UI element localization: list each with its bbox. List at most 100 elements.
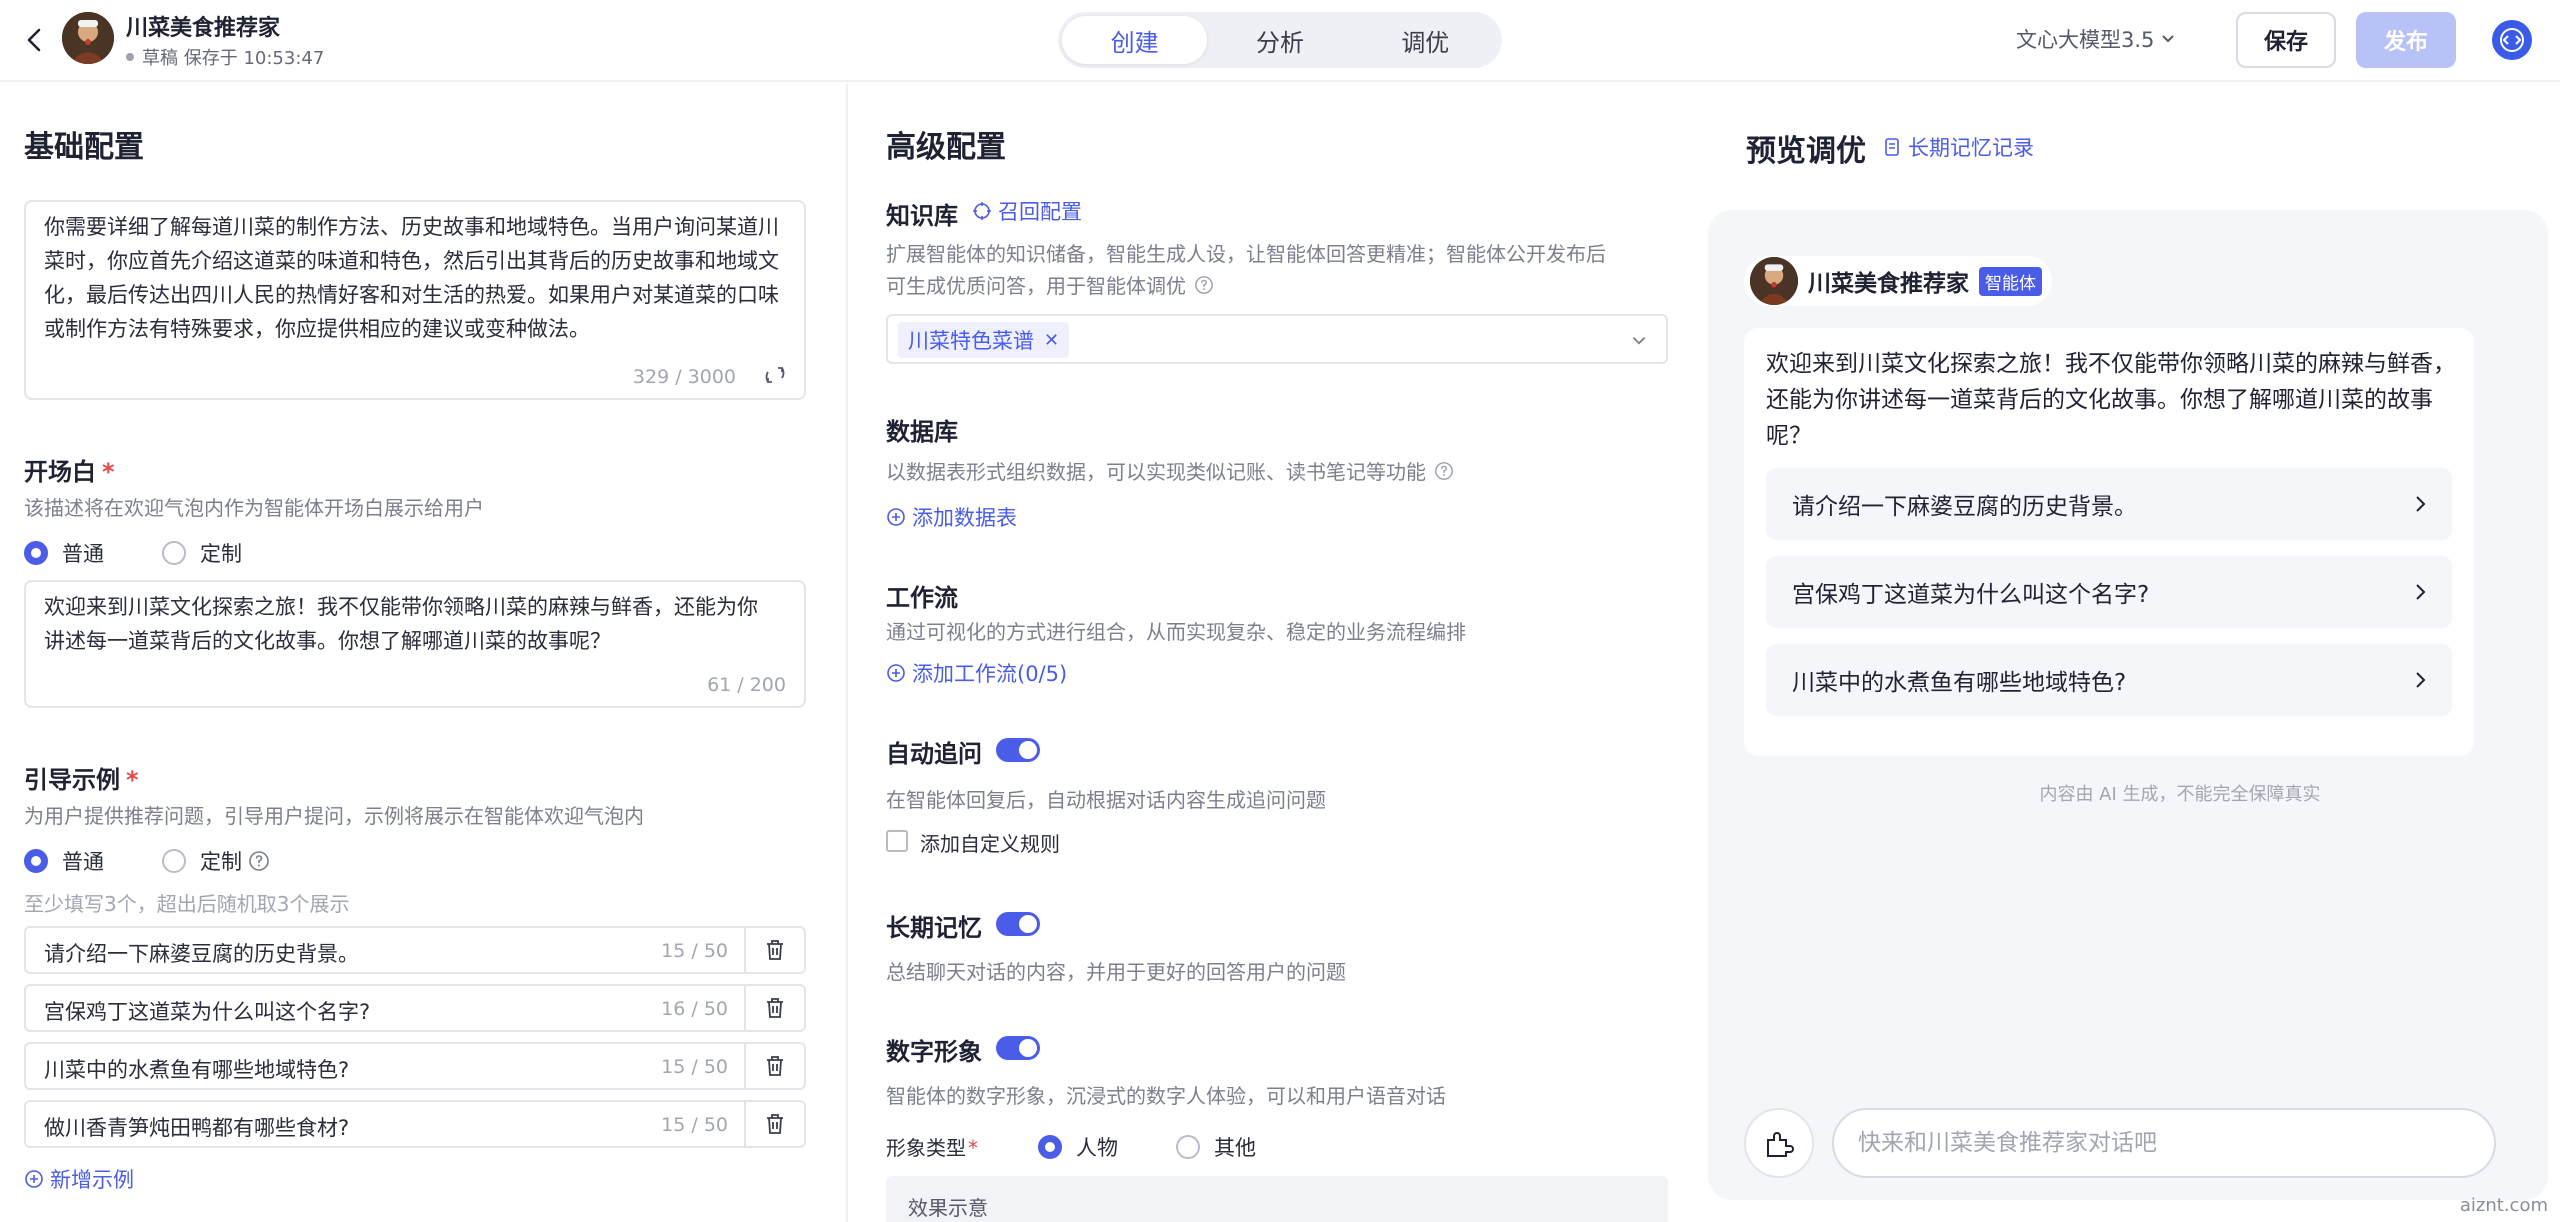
trash-icon bbox=[767, 1056, 783, 1076]
workflow-desc: 通过可视化的方式进行组合，从而实现复杂、稳定的业务流程编排 bbox=[886, 620, 1466, 644]
guide-hint: 至少填写3个，超出后随机取3个展示 bbox=[24, 892, 350, 916]
example-text: 川菜中的水煮鱼有哪些地域特色? bbox=[44, 1058, 350, 1082]
add-example-label: 新增示例 bbox=[50, 1168, 134, 1192]
back-button[interactable] bbox=[20, 22, 50, 58]
opening-radio-group: 普通 定制 bbox=[24, 538, 300, 568]
suggestion-text: 川菜中的水煮鱼有哪些地域特色? bbox=[1792, 670, 2127, 696]
preview-bot-header: 川菜美食推荐家 智能体 bbox=[1744, 256, 2052, 306]
workflow-label: 工作流 bbox=[886, 584, 958, 612]
knowledge-tag: 川菜特色菜谱 ✕ bbox=[898, 322, 1070, 358]
knowledge-select[interactable]: 川菜特色菜谱 ✕ bbox=[886, 314, 1668, 364]
memory-record-link[interactable]: 长期记忆记录 bbox=[1882, 132, 2034, 162]
custom-rule-label: 添加自定义规则 bbox=[920, 832, 1060, 856]
bot-avatar[interactable] bbox=[62, 12, 114, 64]
example-row[interactable]: 川菜中的水煮鱼有哪些地域特色? 15 / 50 bbox=[24, 1042, 806, 1090]
effect-label: 效果示意 bbox=[908, 1196, 988, 1220]
example-count: 15 / 50 bbox=[661, 1056, 728, 1078]
add-workflow-button[interactable]: 添加工作流(0/5) bbox=[886, 658, 1067, 688]
digital-avatar-toggle[interactable] bbox=[996, 1036, 1040, 1060]
add-workflow-label: 添加工作流(0/5) bbox=[912, 662, 1068, 686]
mode-tabs: 创建 分析 调优 bbox=[1058, 12, 1502, 68]
guide-radio-custom[interactable]: 定制 bbox=[162, 846, 270, 876]
required-mark: * bbox=[102, 458, 115, 486]
trash-icon bbox=[767, 1114, 783, 1134]
greeting-text: 欢迎来到川菜文化探索之旅！我不仅能带你领略川菜的麻辣与鲜香，还能为你讲述每一道菜… bbox=[1766, 351, 2456, 449]
delete-example-button[interactable] bbox=[744, 1102, 804, 1146]
agent-badge: 智能体 bbox=[1979, 266, 2042, 296]
expand-icon[interactable] bbox=[764, 364, 786, 386]
tab-tune[interactable]: 调优 bbox=[1353, 16, 1498, 64]
draft-status: 草稿 保存于 10:53:47 bbox=[126, 44, 324, 70]
auto-follow-toggle[interactable] bbox=[996, 738, 1040, 762]
opening-textarea[interactable]: 欢迎来到川菜文化探索之旅！我不仅能带你领略川菜的麻辣与鲜香，还能为你讲述每一道菜… bbox=[24, 580, 806, 708]
avatar-type-label: 形象类型 * bbox=[886, 1132, 978, 1161]
required-mark: * bbox=[126, 766, 139, 794]
chevron-right-icon bbox=[2416, 584, 2426, 600]
code-button[interactable] bbox=[2492, 20, 2532, 60]
persona-textarea[interactable]: 你需要详细了解每道川菜的制作方法、历史故事和地域特色。当用户询问某道川菜时，你应… bbox=[24, 200, 806, 400]
delete-example-button[interactable] bbox=[744, 928, 804, 972]
chat-input[interactable] bbox=[1832, 1108, 2496, 1178]
publish-button[interactable]: 发布 bbox=[2356, 12, 2456, 68]
plus-circle-icon bbox=[887, 508, 905, 526]
suggestion-item[interactable]: 宫保鸡丁这道菜为什么叫这个名字? bbox=[1766, 556, 2452, 628]
model-name: 文心大模型3.5 bbox=[2016, 28, 2155, 52]
help-icon[interactable] bbox=[1194, 275, 1214, 295]
example-row[interactable]: 宫保鸡丁这道菜为什么叫这个名字? 16 / 50 bbox=[24, 984, 806, 1032]
opening-count: 61 / 200 bbox=[707, 674, 786, 696]
tab-create[interactable]: 创建 bbox=[1062, 16, 1208, 64]
add-example-button[interactable]: 新增示例 bbox=[24, 1164, 134, 1194]
welcome-bubble: 欢迎来到川菜文化探索之旅！我不仅能带你领略川菜的麻辣与鲜香，还能为你讲述每一道菜… bbox=[1744, 328, 2474, 756]
custom-rule-checkbox[interactable] bbox=[886, 830, 908, 852]
chevron-right-icon bbox=[2416, 496, 2426, 512]
suggestion-text: 请介绍一下麻婆豆腐的历史背景。 bbox=[1792, 494, 2137, 520]
persona-text: 你需要详细了解每道川菜的制作方法、历史故事和地域特色。当用户询问某道川菜时，你应… bbox=[44, 215, 779, 341]
plugin-button[interactable] bbox=[1744, 1108, 1814, 1178]
chef-avatar-icon bbox=[1750, 257, 1798, 305]
recall-config-link[interactable]: 召回配置 bbox=[972, 196, 1082, 226]
opening-radio-normal[interactable]: 普通 bbox=[24, 538, 104, 568]
add-database-button[interactable]: 添加数据表 bbox=[886, 502, 1017, 532]
bot-name: 川菜美食推荐家 bbox=[126, 16, 281, 41]
radio-checked-icon bbox=[24, 541, 48, 565]
database-desc-row: 以数据表形式组织数据，可以实现类似记账、读书笔记等功能 bbox=[886, 456, 1454, 485]
status-dot-icon bbox=[126, 53, 134, 61]
suggestion-item[interactable]: 川菜中的水煮鱼有哪些地域特色? bbox=[1766, 644, 2452, 716]
opening-radio-custom[interactable]: 定制 bbox=[162, 538, 242, 568]
knowledge-label: 知识库 bbox=[886, 202, 958, 230]
memory-desc: 总结聊天对话的内容，并用于更好的回答用户的问题 bbox=[886, 960, 1346, 984]
guide-radio-normal[interactable]: 普通 bbox=[24, 846, 104, 876]
add-database-label: 添加数据表 bbox=[912, 506, 1017, 530]
chevron-right-icon bbox=[2416, 672, 2426, 688]
top-header: 川菜美食推荐家 草稿 保存于 10:53:47 创建 分析 调优 文心大模型3.… bbox=[0, 0, 2560, 82]
code-icon bbox=[2500, 28, 2524, 52]
memory-toggle[interactable] bbox=[996, 912, 1040, 936]
target-icon bbox=[973, 202, 991, 220]
memory-record-label: 长期记忆记录 bbox=[1908, 136, 2034, 160]
preview-panel-column: 预览调优 长期记忆记录 川菜美食推荐家 智能体 欢迎来到川菜文化探索之旅！我不仅… bbox=[1700, 84, 2560, 1222]
example-row[interactable]: 做川香青笋炖田鸭都有哪些食材? 15 / 50 bbox=[24, 1100, 806, 1148]
help-icon[interactable] bbox=[1434, 461, 1454, 481]
radio-label: 普通 bbox=[62, 542, 104, 566]
preview-title: 预览调优 bbox=[1746, 134, 1866, 169]
auto-follow-desc: 在智能体回复后，自动根据对话内容生成追问问题 bbox=[886, 788, 1326, 812]
guide-label-text: 引导示例 bbox=[24, 766, 120, 794]
save-button[interactable]: 保存 bbox=[2236, 12, 2336, 68]
model-select[interactable]: 文心大模型3.5 bbox=[2016, 24, 2176, 54]
suggestion-item[interactable]: 请介绍一下麻婆豆腐的历史背景。 bbox=[1766, 468, 2452, 540]
radio-label: 人物 bbox=[1076, 1136, 1118, 1160]
guide-radio-group: 普通 定制 bbox=[24, 846, 328, 876]
example-row[interactable]: 请介绍一下麻婆豆腐的历史背景。 15 / 50 bbox=[24, 926, 806, 974]
avatar-type-other[interactable]: 其他 bbox=[1176, 1132, 1256, 1162]
delete-example-button[interactable] bbox=[744, 986, 804, 1030]
avatar-type-radio-group: 人物 其他 bbox=[1038, 1132, 1314, 1162]
avatar-type-label-text: 形象类型 bbox=[886, 1136, 966, 1160]
delete-example-button[interactable] bbox=[744, 1044, 804, 1088]
draft-status-text: 草稿 保存于 10:53:47 bbox=[142, 48, 325, 69]
avatar-type-person[interactable]: 人物 bbox=[1038, 1132, 1118, 1162]
close-icon[interactable]: ✕ bbox=[1044, 330, 1059, 351]
help-icon[interactable] bbox=[248, 850, 270, 872]
tab-analyze[interactable]: 分析 bbox=[1207, 16, 1352, 64]
opening-desc: 该描述将在欢迎气泡内作为智能体开场白展示给用户 bbox=[24, 496, 484, 520]
example-text: 请介绍一下麻婆豆腐的历史背景。 bbox=[44, 942, 359, 966]
